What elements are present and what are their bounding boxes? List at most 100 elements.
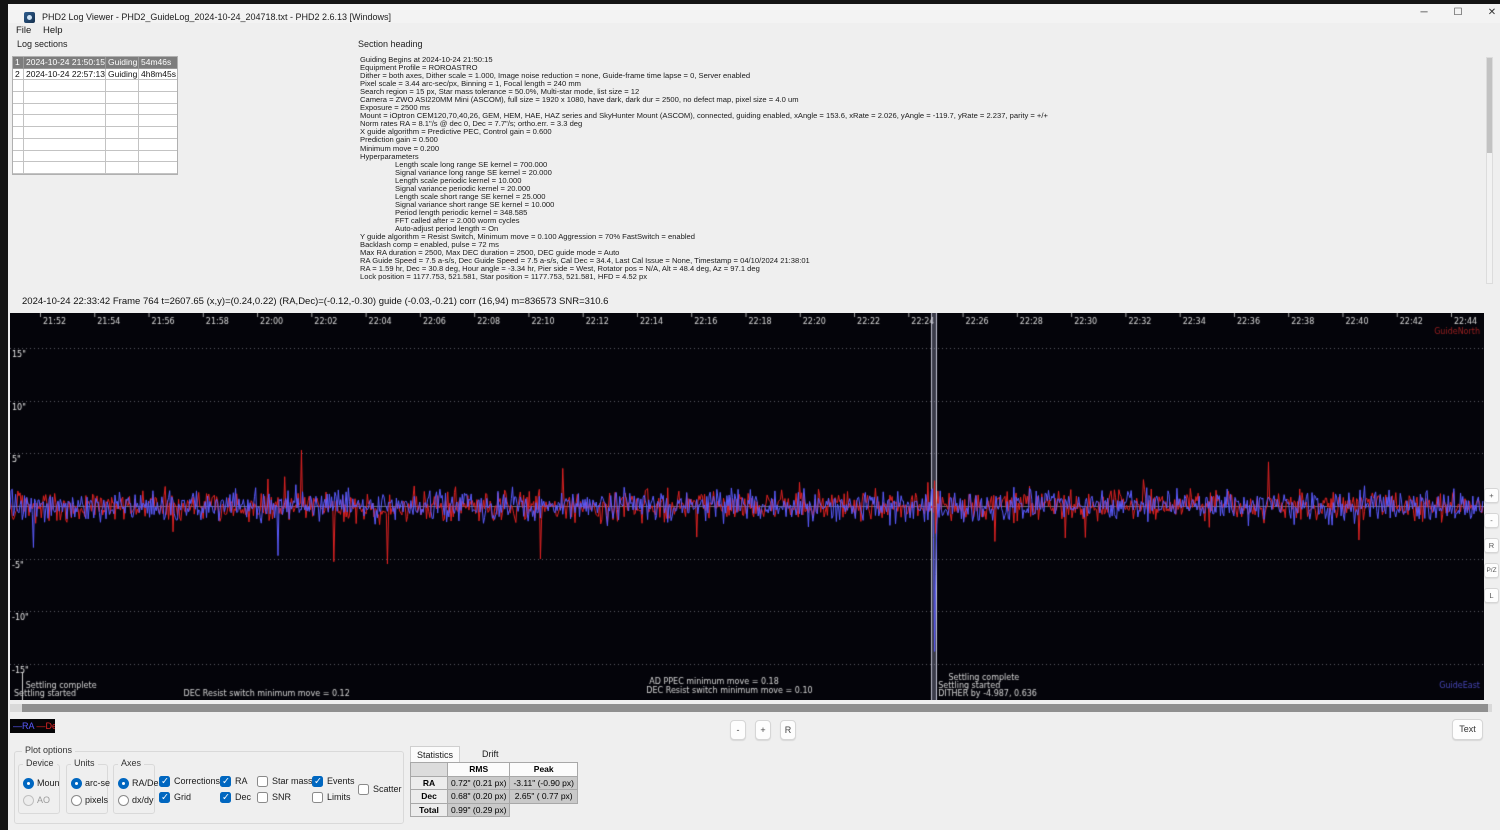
graph-scrollbar[interactable] bbox=[10, 704, 1492, 712]
log-row-number bbox=[13, 139, 24, 151]
radio-ao bbox=[23, 795, 34, 806]
radio-moun[interactable] bbox=[23, 778, 34, 789]
checkbox-label-limits: Limits bbox=[327, 792, 351, 802]
log-text-line: Dither = both axes, Dither scale = 1.000… bbox=[360, 72, 1482, 80]
section-heading-label: Section heading bbox=[358, 39, 423, 49]
log-text-line: Search region = 15 px, Star mass toleran… bbox=[360, 88, 1482, 96]
log-row-event bbox=[106, 104, 139, 116]
checkbox-label-grid: Grid bbox=[174, 792, 191, 802]
stats-peak-value: -3.11" (-0.90 px) bbox=[510, 776, 578, 790]
log-section-row[interactable]: 12024-10-24 21:50:15Guiding54m46s bbox=[13, 57, 177, 69]
guide-graph[interactable] bbox=[10, 313, 1484, 700]
log-row-event bbox=[106, 115, 139, 127]
log-section-row[interactable] bbox=[13, 104, 177, 116]
stats-header-row: RMSPeak bbox=[411, 763, 578, 777]
log-section-row[interactable] bbox=[13, 115, 177, 127]
log-row-duration bbox=[139, 80, 177, 92]
graph-scrollbar-thumb[interactable] bbox=[22, 704, 1488, 712]
checkbox-star-mass[interactable] bbox=[257, 776, 268, 787]
log-text-line: Minimum move = 0.200 bbox=[360, 145, 1482, 153]
log-row-date bbox=[24, 139, 106, 151]
menu-help[interactable]: Help bbox=[43, 25, 63, 36]
menu-file[interactable]: File bbox=[16, 25, 31, 36]
log-section-row[interactable]: 22024-10-24 22:57:13Guiding4h8m45s bbox=[13, 69, 177, 81]
checkbox-snr[interactable] bbox=[257, 792, 268, 803]
checkbox-dec[interactable] bbox=[220, 792, 231, 803]
log-row-duration: 54m46s bbox=[139, 57, 177, 69]
graph-vzoom-in-button[interactable]: + bbox=[1484, 488, 1499, 503]
log-text-line: Pixel scale = 3.44 arc-sec/px, Binning =… bbox=[360, 80, 1482, 88]
log-row-date bbox=[24, 80, 106, 92]
log-text-line: RA = 1.59 hr, Dec = 30.8 deg, Hour angle… bbox=[360, 265, 1482, 273]
checkbox-grid[interactable] bbox=[159, 792, 170, 803]
checkbox-scatter[interactable] bbox=[358, 784, 369, 795]
subgroup-label: Units bbox=[71, 758, 98, 768]
log-row-event: Guiding bbox=[106, 69, 139, 81]
checkbox-events[interactable] bbox=[312, 776, 323, 787]
log-row-number bbox=[13, 80, 24, 92]
radio-label: Moun bbox=[37, 778, 60, 788]
checkbox-label-star-mass: Star mass bbox=[272, 776, 313, 786]
log-sections-label: Log sections bbox=[17, 39, 68, 49]
log-row-duration bbox=[139, 162, 177, 174]
log-text-line: Hyperparameters bbox=[360, 153, 1482, 161]
graph-pan-zoom-button[interactable]: P/Z bbox=[1484, 563, 1499, 578]
log-section-row[interactable] bbox=[13, 92, 177, 104]
log-section-row[interactable] bbox=[13, 127, 177, 139]
log-section-row[interactable] bbox=[13, 151, 177, 163]
log-row-duration: 4h8m45s bbox=[139, 69, 177, 81]
checkbox-label-dec: Dec bbox=[235, 792, 251, 802]
log-section-row[interactable] bbox=[13, 139, 177, 151]
log-text-line: Exposure = 2500 ms bbox=[360, 104, 1482, 112]
zoom-in-button[interactable]: + bbox=[755, 720, 771, 740]
log-text-line: Guiding Begins at 2024-10-24 21:50:15 bbox=[360, 56, 1482, 64]
section-scrollbar-thumb[interactable] bbox=[1487, 58, 1492, 153]
log-row-number bbox=[13, 127, 24, 139]
checkbox-ra[interactable] bbox=[220, 776, 231, 787]
stats-row: Dec0.68" (0.20 px)2.65" ( 0.77 px) bbox=[411, 790, 578, 804]
radio-ra-de[interactable] bbox=[118, 778, 129, 789]
graph-lock-button[interactable]: L bbox=[1484, 588, 1499, 603]
graph-vzoom-out-button[interactable]: - bbox=[1484, 513, 1499, 528]
stats-header-cell: RMS bbox=[448, 763, 510, 777]
section-heading-text: Guiding Begins at 2024-10-24 21:50:15Equ… bbox=[360, 56, 1482, 281]
radio-label: pixels bbox=[85, 795, 108, 805]
radio-dx-dy[interactable] bbox=[118, 795, 129, 806]
log-row-date: 2024-10-24 21:50:15 bbox=[24, 57, 106, 69]
log-section-row[interactable] bbox=[13, 162, 177, 174]
checkbox-label-snr: SNR bbox=[272, 792, 291, 802]
close-button[interactable]: ✕ bbox=[1475, 4, 1500, 22]
log-sections-table[interactable]: 12024-10-24 21:50:15Guiding54m46s22024-1… bbox=[12, 56, 178, 175]
desktop-background: PHD2 Log Viewer - PHD2_GuideLog_2024-10-… bbox=[0, 0, 1500, 830]
reset-zoom-button[interactable]: R bbox=[780, 720, 796, 740]
log-row-number bbox=[13, 151, 24, 163]
log-row-duration bbox=[139, 139, 177, 151]
log-row-date bbox=[24, 104, 106, 116]
radio-pixels[interactable] bbox=[71, 795, 82, 806]
section-scrollbar[interactable] bbox=[1486, 57, 1493, 284]
stats-row-label: RA bbox=[411, 776, 448, 790]
checkbox-corrections[interactable] bbox=[159, 776, 170, 787]
title-bar[interactable]: PHD2 Log Viewer - PHD2_GuideLog_2024-10-… bbox=[8, 4, 1500, 23]
radio-arc-se[interactable] bbox=[71, 778, 82, 789]
frame-status-line: 2024-10-24 22:33:42 Frame 764 t=2607.65 … bbox=[22, 296, 608, 307]
statistics-table: RMSPeakRA0.72" (0.21 px)-3.11" (-0.90 px… bbox=[410, 762, 578, 817]
plot-options-subgroup-units bbox=[66, 764, 108, 814]
log-row-duration bbox=[139, 127, 177, 139]
zoom-out-button[interactable]: - bbox=[730, 720, 746, 740]
log-row-date: 2024-10-24 22:57:13 bbox=[24, 69, 106, 81]
stats-row-label: Dec bbox=[411, 790, 448, 804]
checkbox-label-corrections: Corrections bbox=[174, 776, 220, 786]
maximize-button[interactable]: ☐ bbox=[1441, 4, 1475, 22]
log-row-date bbox=[24, 115, 106, 127]
log-row-event: Guiding bbox=[106, 57, 139, 69]
subgroup-label: Device bbox=[23, 758, 57, 768]
log-section-row[interactable] bbox=[13, 80, 177, 92]
text-view-button[interactable]: Text bbox=[1452, 719, 1483, 740]
graph-vreset-button[interactable]: R bbox=[1484, 538, 1499, 553]
tab-statistics[interactable]: Statistics bbox=[410, 746, 460, 762]
minimize-button[interactable]: ─ bbox=[1407, 4, 1441, 22]
log-row-date bbox=[24, 127, 106, 139]
tab-drift[interactable]: Drift bbox=[476, 746, 505, 762]
checkbox-limits[interactable] bbox=[312, 792, 323, 803]
